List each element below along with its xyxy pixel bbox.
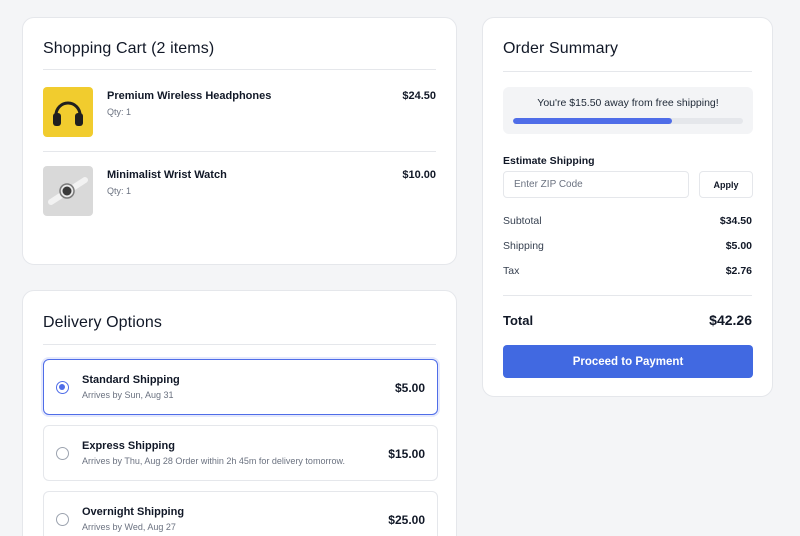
option-name: Express Shipping [82, 440, 175, 452]
cart-item: Minimalist Wrist Watch Qty: 1 $10.00 [43, 166, 436, 216]
option-arrival: Arrives by Wed, Aug 27 [82, 522, 176, 532]
estimate-shipping-label: Estimate Shipping [503, 155, 595, 167]
divider [503, 295, 752, 296]
cart-item: Premium Wireless Headphones Qty: 1 $24.5… [43, 87, 436, 137]
shipping-value: $5.00 [725, 240, 752, 252]
item-name[interactable]: Premium Wireless Headphones [107, 90, 271, 102]
radio-unselected[interactable] [56, 513, 69, 526]
option-arrival: Arrives by Sun, Aug 31 [82, 390, 174, 400]
shipping-row: Shipping $5.00 [503, 240, 752, 254]
divider [43, 151, 436, 152]
item-price: $10.00 [402, 169, 436, 181]
cart-title: Shopping Cart (2 items) [43, 40, 215, 57]
tax-value: $2.76 [725, 265, 752, 277]
delivery-options-card: Delivery Options Standard Shipping Arriv… [22, 290, 457, 536]
option-price: $25.00 [388, 513, 425, 527]
order-summary-card: Order Summary You're $15.50 away from fr… [482, 17, 773, 397]
subtotal-value: $34.50 [719, 215, 752, 227]
item-name[interactable]: Minimalist Wrist Watch [107, 169, 227, 181]
radio-unselected[interactable] [56, 447, 69, 460]
apply-button[interactable]: Apply [699, 171, 753, 198]
headphones-image[interactable] [43, 87, 93, 137]
option-price: $15.00 [388, 447, 425, 461]
delivery-option-express[interactable]: Express Shipping Arrives by Thu, Aug 28 … [43, 425, 438, 481]
watch-icon [48, 177, 88, 205]
option-arrival: Arrives by Thu, Aug 28 Order within 2h 4… [82, 456, 345, 466]
radio-selected[interactable] [56, 381, 69, 394]
proceed-to-payment-button[interactable]: Proceed to Payment [503, 345, 753, 378]
headphones-icon [53, 101, 83, 126]
shipping-label: Shipping [503, 240, 544, 252]
item-price: $24.50 [402, 90, 436, 102]
free-shipping-banner: You're $15.50 away from free shipping! [503, 87, 753, 134]
wrist-watch-image[interactable] [43, 166, 93, 216]
option-name: Standard Shipping [82, 374, 180, 386]
item-qty: Qty: 1 [107, 107, 132, 117]
shopping-cart-card: Shopping Cart (2 items) Premium Wireless… [22, 17, 457, 265]
subtotal-row: Subtotal $34.50 [503, 215, 752, 229]
zip-code-input[interactable] [503, 171, 689, 198]
divider [503, 71, 752, 72]
item-qty: Qty: 1 [107, 186, 132, 196]
divider [43, 344, 436, 345]
progress-fill [513, 118, 672, 124]
option-price: $5.00 [394, 381, 425, 395]
total-row: Total $42.26 [503, 312, 752, 328]
total-label: Total [503, 313, 534, 328]
option-name: Overnight Shipping [82, 506, 185, 518]
delivery-title: Delivery Options [43, 314, 162, 331]
divider [43, 69, 436, 70]
free-shipping-progress [513, 118, 743, 124]
total-value: $42.26 [709, 312, 752, 328]
summary-title: Order Summary [503, 40, 619, 57]
delivery-option-overnight[interactable]: Overnight Shipping Arrives by Wed, Aug 2… [43, 491, 438, 536]
subtotal-label: Subtotal [503, 215, 542, 227]
delivery-option-standard[interactable]: Standard Shipping Arrives by Sun, Aug 31… [43, 359, 438, 415]
free-shipping-text: You're $15.50 away from free shipping! [537, 97, 719, 109]
tax-row: Tax $2.76 [503, 265, 752, 279]
tax-label: Tax [503, 265, 520, 277]
